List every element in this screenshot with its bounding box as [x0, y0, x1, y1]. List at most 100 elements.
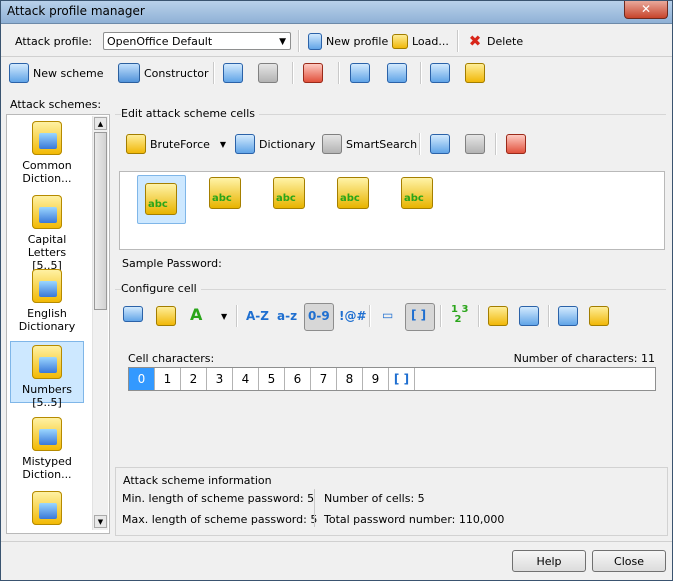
toolbar-separator — [338, 62, 340, 84]
tools-icon — [118, 63, 140, 83]
uppercase-button[interactable]: A-Z — [246, 309, 269, 323]
scheme-name: Common — [22, 159, 72, 172]
scroll-up-icon[interactable]: ▲ — [94, 117, 107, 130]
scheme-info-icon[interactable] — [430, 63, 450, 83]
scheme-name: Capital Letters — [27, 233, 67, 259]
open-charset-icon[interactable] — [488, 306, 508, 326]
char-cell[interactable]: 9 — [363, 368, 389, 390]
scheme-item[interactable]: Common Diction... — [10, 121, 84, 185]
digits-button[interactable]: 0-9 — [308, 309, 330, 323]
smartsearch-button[interactable]: SmartSearch — [322, 133, 417, 155]
paste-icon[interactable] — [258, 63, 278, 83]
char-cell-brackets[interactable]: [ ] — [389, 368, 415, 390]
char-cell[interactable]: 7 — [311, 368, 337, 390]
scheme-item-selected[interactable]: Numbers [5..5] — [10, 341, 84, 409]
delete-cell-icon[interactable] — [506, 134, 526, 154]
toolbar-separator — [478, 305, 480, 327]
char-cell[interactable]: 5 — [259, 368, 285, 390]
attack-schemes-label: Attack schemes: — [10, 98, 102, 111]
chevron-down-icon[interactable]: ▼ — [220, 140, 226, 149]
constructor-label: Constructor — [144, 66, 209, 80]
scheme-name-sub: Diction... — [22, 468, 72, 481]
close-button[interactable]: Close — [592, 550, 666, 572]
scheme-cell[interactable]: abc — [207, 175, 243, 215]
toolbar-separator — [495, 133, 497, 155]
new-scheme-icon — [9, 63, 29, 83]
scheme-icon — [32, 491, 62, 525]
cell-characters-grid[interactable]: 0 1 2 3 4 5 6 7 8 9 [ ] — [128, 367, 656, 391]
copy-charset-icon[interactable] — [558, 306, 578, 326]
clear-charset-icon[interactable]: A — [190, 305, 202, 324]
lowercase-button[interactable]: a-z — [277, 309, 297, 323]
delete-button[interactable]: ✖ Delete — [467, 30, 523, 52]
char-cell[interactable]: 6 — [285, 368, 311, 390]
char-cell[interactable]: 8 — [337, 368, 363, 390]
space-char-icon[interactable]: ▭ — [382, 308, 393, 322]
dictionary-icon — [235, 134, 255, 154]
chevron-down-icon: ▼ — [279, 37, 286, 47]
paste-charset-icon[interactable] — [589, 306, 609, 326]
scheme-item-partial[interactable] — [10, 491, 84, 527]
char-cell[interactable]: 2 — [181, 368, 207, 390]
cell-block-text: abc — [340, 193, 360, 204]
new-scheme-button[interactable]: New scheme — [9, 62, 104, 84]
schemes-scrollbar[interactable]: ▲ ▼ — [92, 116, 108, 530]
scheme-name-sub: Diction... — [22, 172, 72, 185]
window-close-button[interactable]: ✕ — [624, 1, 668, 19]
toolbar-separator — [369, 305, 371, 327]
special-chars-button[interactable]: !@# — [339, 309, 367, 323]
scheme-item[interactable]: Capital Letters [5..5] — [10, 195, 84, 272]
scheme-cells-panel[interactable] — [119, 171, 665, 250]
scroll-down-icon[interactable]: ▼ — [94, 515, 107, 528]
copy-icon[interactable] — [223, 63, 243, 83]
bruteforce-button[interactable]: BruteForce ▼ — [126, 133, 226, 155]
toolbar-separator — [213, 62, 215, 84]
sequence-icon[interactable]: 1 3 2 — [451, 305, 468, 325]
edit-charset-icon[interactable] — [156, 306, 176, 326]
edit-scheme-icon[interactable] — [465, 63, 485, 83]
constructor-button[interactable]: Constructor — [118, 62, 209, 84]
scheme-cell[interactable]: abc — [271, 175, 307, 215]
load-button[interactable]: Load... — [392, 30, 449, 52]
charset-icon[interactable] — [123, 306, 143, 322]
scroll-thumb[interactable] — [94, 132, 107, 310]
cell-block-text: abc — [148, 199, 168, 210]
scheme-icon — [32, 269, 62, 303]
char-cell[interactable]: 3 — [207, 368, 233, 390]
chevron-down-icon[interactable]: ▼ — [221, 312, 227, 321]
toolbar-separator — [420, 62, 422, 84]
scheme-name: English — [27, 307, 67, 320]
char-cell[interactable]: 1 — [155, 368, 181, 390]
min-length-info: Min. length of scheme password: 5 — [122, 492, 315, 505]
dictionary-button[interactable]: Dictionary — [235, 133, 315, 155]
toolbar-separator — [548, 305, 550, 327]
scheme-cell[interactable]: abc — [335, 175, 371, 215]
folder-open-icon — [392, 33, 408, 49]
copy-cell-icon[interactable] — [430, 134, 450, 154]
new-profile-button[interactable]: New profile — [308, 30, 388, 52]
cell-block-text: abc — [276, 193, 296, 204]
save-charset-icon[interactable] — [519, 306, 539, 326]
paste-cell-icon[interactable] — [465, 134, 485, 154]
scheme-cell[interactable]: abc — [399, 175, 435, 215]
scheme-icon — [32, 195, 62, 229]
export-icon[interactable] — [387, 63, 407, 83]
max-length-info: Max. length of scheme password: 5 — [122, 513, 318, 526]
title-bar[interactable]: Attack profile manager ✕ — [1, 1, 672, 24]
attack-profile-select[interactable]: OpenOffice Default ▼ — [103, 32, 291, 50]
toolbar-separator — [419, 133, 421, 155]
dictionary-label: Dictionary — [259, 137, 316, 151]
import-icon[interactable] — [350, 63, 370, 83]
window-title: Attack profile manager — [7, 4, 145, 18]
char-cell[interactable]: 0 — [129, 368, 155, 390]
total-password-info: Total password number: 110,000 — [324, 513, 505, 526]
scheme-cell[interactable]: abc — [143, 181, 179, 221]
info-divider — [314, 489, 315, 527]
scheme-item[interactable]: Mistyped Diction... — [10, 417, 84, 481]
help-button[interactable]: Help — [512, 550, 586, 572]
scheme-item[interactable]: English Dictionary — [10, 269, 84, 333]
toolbar-separator — [292, 62, 294, 84]
toolbar-separator — [457, 30, 459, 52]
delete-scheme-icon[interactable] — [303, 63, 323, 83]
char-cell[interactable]: 4 — [233, 368, 259, 390]
